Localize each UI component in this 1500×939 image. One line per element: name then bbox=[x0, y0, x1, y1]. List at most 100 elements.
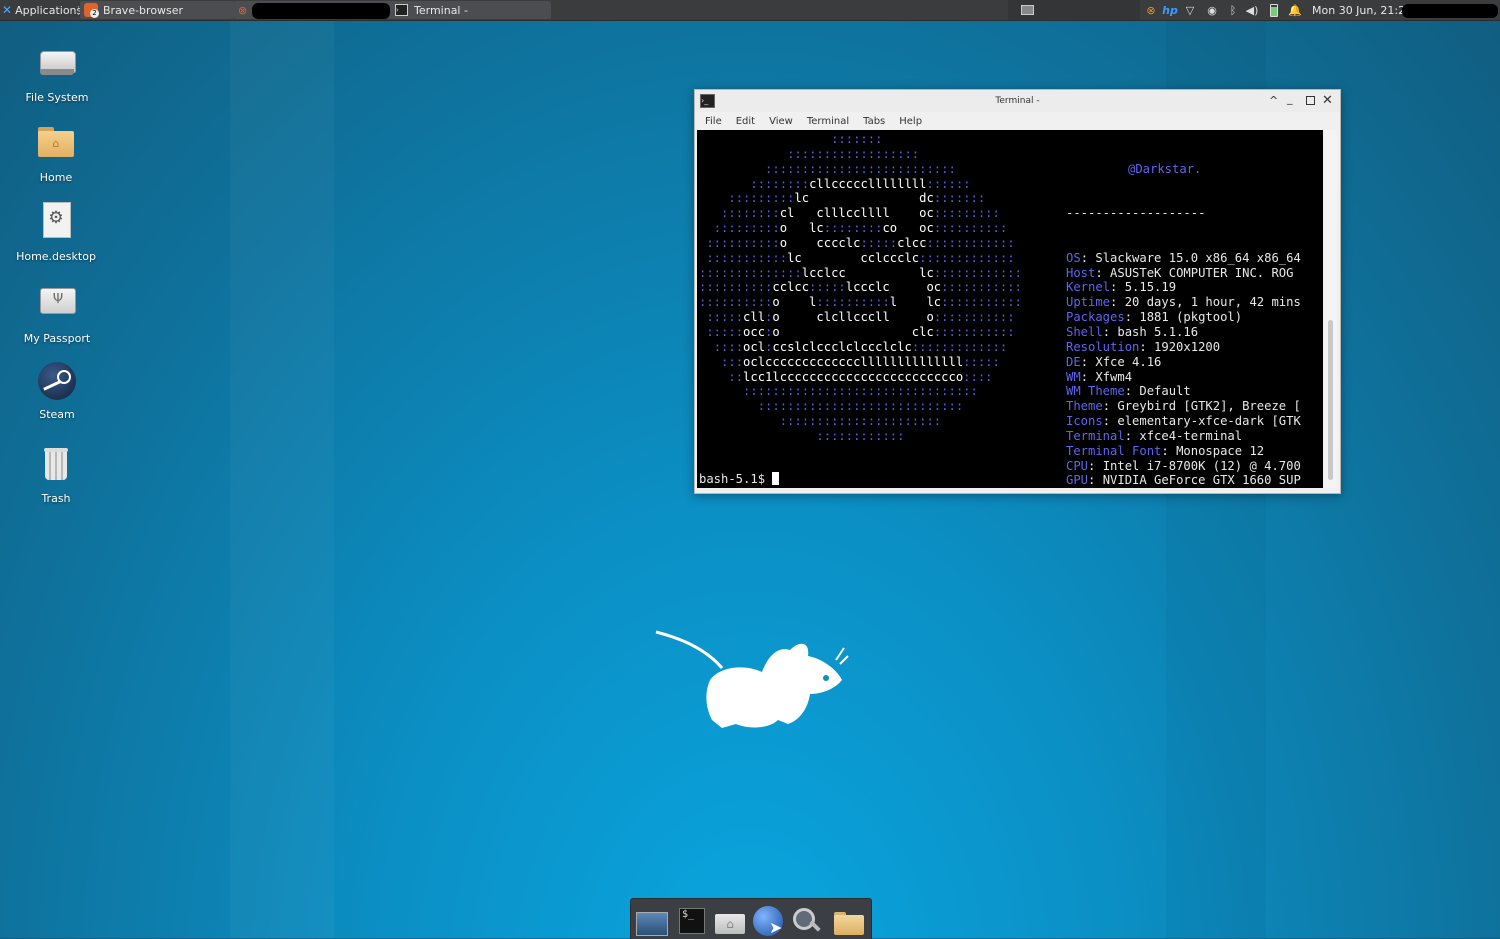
logo-line: ::::::::::o cccclc:::::clcc:::::::::::: bbox=[706, 235, 1015, 250]
brave-icon: 2 bbox=[84, 3, 99, 18]
info-key: Uptime bbox=[1066, 295, 1111, 310]
info-value: : 5.15.19 bbox=[1110, 280, 1177, 295]
info-value: : ASUSTeK COMPUTER INC. ROG bbox=[1095, 265, 1294, 280]
logo-line: :::::occ:o clc::::::::::: bbox=[706, 324, 1015, 339]
terminal-icon[interactable]: $_ bbox=[675, 904, 709, 936]
info-key: Shell bbox=[1066, 324, 1103, 339]
info-key: Host bbox=[1066, 265, 1096, 280]
steam-tray-icon[interactable]: ◉ bbox=[1205, 3, 1219, 17]
desktop-icon-home[interactable]: ⌂ Home bbox=[6, 123, 106, 184]
menu-tabs[interactable]: Tabs bbox=[857, 116, 893, 127]
separator-line: ------------------- bbox=[1066, 206, 1206, 221]
info-line: Kernel: 5.15.19 bbox=[1066, 280, 1301, 295]
folder-icon[interactable] bbox=[831, 904, 865, 936]
slackware-ascii-logo: ::::::: :::::::::::::::::: :::::::::::::… bbox=[699, 132, 1022, 444]
gear-file-icon: ⚙ bbox=[34, 202, 78, 246]
info-value: : Default bbox=[1124, 384, 1191, 399]
info-value: : 20 days, 1 hour, 42 mins bbox=[1110, 295, 1301, 310]
menu-terminal[interactable]: Terminal bbox=[801, 116, 857, 127]
info-key: WM Theme bbox=[1066, 384, 1125, 399]
show-desktop-icon[interactable] bbox=[634, 904, 668, 936]
usb-drive-icon: Ψ bbox=[35, 284, 79, 328]
steam-icon bbox=[35, 360, 79, 404]
logo-line: ::::ocl:ccslclccclclccclclc::::::::::::: bbox=[713, 339, 1008, 354]
task-brave-browser[interactable]: 2 Brave-browser bbox=[80, 1, 234, 19]
menu-file[interactable]: File bbox=[699, 116, 730, 127]
desktop-icon-file-system[interactable]: File System bbox=[7, 43, 107, 104]
network-icon[interactable]: ▽ bbox=[1183, 3, 1197, 17]
desktop-icon-trash[interactable]: Trash bbox=[6, 444, 106, 505]
neofetch-info: @Darkstar. ------------------- OS: Slack… bbox=[1066, 132, 1301, 488]
logo-line: :::::::::::lc cclccclc::::::::::::: bbox=[706, 250, 1015, 265]
logo-line: ::::::::cl clllccllll oc::::::::: bbox=[721, 206, 1000, 221]
info-line: Terminal Font: Monospace 12 bbox=[1066, 444, 1301, 459]
terminal-screen[interactable]: ::::::: :::::::::::::::::: :::::::::::::… bbox=[697, 130, 1323, 488]
web-browser-icon[interactable]: ➤ bbox=[751, 904, 785, 937]
scrollbar-thumb[interactable] bbox=[1328, 320, 1333, 480]
info-line: GPU: NVIDIA GeForce GTX 1660 SUP bbox=[1066, 473, 1301, 488]
info-line: Packages: 1881 (pkgtool) bbox=[1066, 310, 1301, 325]
menu-help[interactable]: Help bbox=[893, 116, 930, 127]
maximize-icon[interactable] bbox=[1306, 96, 1315, 105]
bell-icon[interactable]: 🔔 bbox=[1288, 3, 1302, 17]
logo-line: :::::::::::::::::::::::::: bbox=[765, 161, 956, 176]
info-line: WM: Xfwm4 bbox=[1066, 370, 1301, 385]
trash-icon bbox=[34, 444, 78, 488]
desktop-icon-home-desktop[interactable]: ⚙ Home.desktop bbox=[6, 202, 106, 263]
xfce-mouse-logo bbox=[655, 630, 849, 728]
close-icon[interactable]: ✕ bbox=[1322, 93, 1333, 108]
clock[interactable]: Mon 30 Jun, 21:29 bbox=[1312, 0, 1412, 20]
info-key: Icons bbox=[1066, 414, 1103, 429]
workspace-switcher[interactable] bbox=[1008, 0, 1140, 20]
info-key: OS bbox=[1066, 250, 1081, 265]
info-value: : Greybird [GTK2], Breeze [ bbox=[1102, 399, 1301, 414]
info-value: : NVIDIA GeForce GTX 1660 SUP bbox=[1088, 473, 1301, 488]
logo-line: :::::::::::::::::: bbox=[787, 146, 920, 161]
minimize-icon[interactable]: _ bbox=[1287, 92, 1293, 105]
info-line: Terminal: xfce4-terminal bbox=[1066, 429, 1301, 444]
desktop-icon-my-passport[interactable]: Ψ My Passport bbox=[7, 284, 107, 345]
file-manager-icon[interactable]: ⌂ bbox=[713, 904, 747, 936]
info-line: Resolution: 1920x1200 bbox=[1066, 340, 1301, 355]
text-cursor bbox=[772, 472, 780, 485]
applications-menu[interactable]: ✕ Applications bbox=[2, 0, 82, 20]
menu-view[interactable]: View bbox=[763, 116, 801, 127]
hp-icon[interactable]: hp bbox=[1162, 3, 1178, 17]
logo-line: :::::::::::::::::::::::::::::::: bbox=[743, 384, 978, 399]
window-title: Terminal - bbox=[995, 96, 1040, 106]
title-bar[interactable]: ›_ Terminal - ^ _ ✕ bbox=[695, 90, 1340, 112]
volume-icon[interactable]: ◀) bbox=[1245, 3, 1259, 17]
info-value: : xfce4-terminal bbox=[1124, 428, 1243, 443]
xfce-logo-icon: ✕ bbox=[2, 3, 13, 17]
battery-icon[interactable] bbox=[1267, 3, 1281, 17]
icon-label: File System bbox=[25, 91, 89, 104]
bluetooth-icon[interactable]: ᛒ bbox=[1226, 3, 1240, 17]
logo-line: :::::::::::::::::::::::::::: bbox=[757, 399, 964, 414]
info-key: Resolution bbox=[1066, 339, 1140, 354]
task-label: Terminal - bbox=[414, 3, 468, 17]
shade-icon[interactable]: ^ bbox=[1269, 94, 1278, 107]
terminal-window[interactable]: ›_ Terminal - ^ _ ✕ File Edit View Termi… bbox=[694, 89, 1341, 494]
logo-line: ::::::::::o l::::::::::l lc::::::::::: bbox=[699, 295, 1022, 310]
logo-line: ::::::::cllcccccllllllll:::::: bbox=[750, 176, 971, 191]
brave-icon: ⊗ bbox=[238, 3, 248, 17]
icon-label: Steam bbox=[39, 408, 75, 421]
info-key: GPU bbox=[1066, 473, 1089, 488]
brave-tray-icon[interactable]: ⊗ bbox=[1144, 3, 1158, 17]
logo-line: :::::cll:o clcllcccll o::::::::::: bbox=[706, 310, 1015, 325]
menu-edit[interactable]: Edit bbox=[730, 116, 763, 127]
info-key: Kernel bbox=[1066, 280, 1111, 295]
info-line: WM Theme: Default bbox=[1066, 384, 1301, 399]
desktop-icon-steam[interactable]: Steam bbox=[7, 360, 107, 421]
info-value: : 1920x1200 bbox=[1139, 339, 1221, 354]
shell-prompt[interactable]: bash-5.1$ bbox=[699, 472, 780, 487]
info-value: : Monospace 12 bbox=[1161, 443, 1265, 458]
info-line: OS: Slackware 15.0 x86_64 x86_64 bbox=[1066, 251, 1301, 266]
info-line: Uptime: 20 days, 1 hour, 42 mins bbox=[1066, 295, 1301, 310]
app-finder-icon[interactable] bbox=[789, 904, 823, 936]
scrollbar[interactable] bbox=[1325, 130, 1337, 488]
info-key: Theme bbox=[1066, 399, 1103, 414]
workspace-1[interactable] bbox=[1021, 5, 1034, 15]
info-value: : Xfce 4.16 bbox=[1080, 354, 1162, 369]
task-terminal[interactable]: › Terminal - bbox=[391, 1, 551, 19]
